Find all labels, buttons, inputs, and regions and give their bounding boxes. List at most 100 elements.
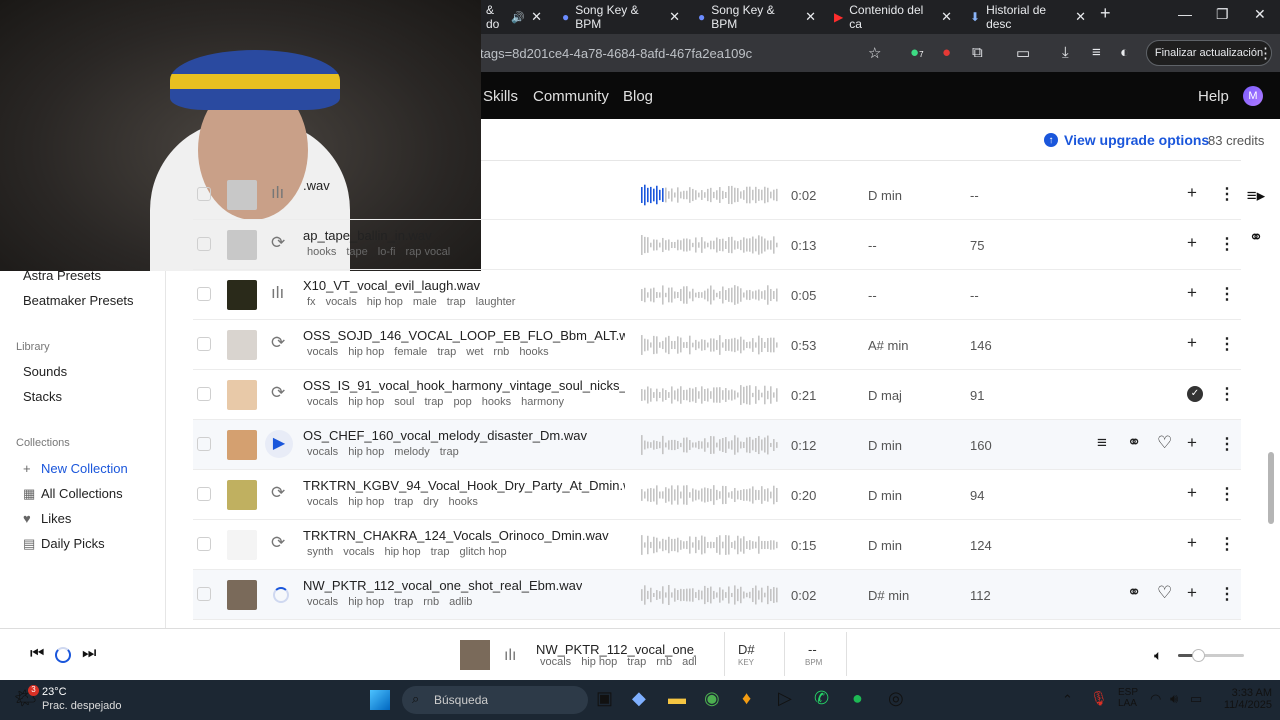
tag[interactable]: rnb — [656, 656, 672, 668]
sidebar-item-sounds[interactable]: Sounds — [23, 364, 67, 379]
tag[interactable]: harmony — [521, 396, 564, 408]
tag[interactable]: hooks — [519, 346, 548, 358]
view-upgrade-options-link[interactable]: ↑ View upgrade options — [1044, 132, 1209, 148]
taskbar-search[interactable]: ⌕ Búsqueda — [402, 686, 588, 714]
add-icon[interactable]: + — [1187, 333, 1197, 353]
sample-thumbnail[interactable] — [227, 280, 257, 310]
row-checkbox[interactable] — [197, 387, 211, 401]
sidebar-item-stacks[interactable]: Stacks — [23, 389, 62, 404]
nav-skills[interactable]: Skills — [483, 88, 518, 105]
tag[interactable]: hip hop — [367, 296, 403, 308]
add-icon[interactable]: + — [1187, 583, 1197, 603]
sample-thumbnail[interactable] — [227, 380, 257, 410]
sample-name[interactable]: OSS_SOJD_146_VOCAL_LOOP_EB_FLO_Bbm_ALT.w… — [303, 328, 625, 343]
table-row[interactable]: ılı .wav 0:02 D min -- + ⋮ — [193, 170, 1241, 220]
row-checkbox[interactable] — [197, 437, 211, 451]
browser-tab-3[interactable]: ▶ Contenido del ca ✕ — [828, 3, 958, 31]
browser-tab-4[interactable]: ⬇ Historial de desc ✕ — [964, 3, 1092, 31]
more-options-icon[interactable]: ⋮ — [1219, 584, 1235, 604]
similar-sounds-icon[interactable]: ⚭ — [1127, 583, 1141, 603]
cast-icon[interactable]: ▭ — [1016, 44, 1030, 62]
tag[interactable]: melody — [394, 446, 429, 458]
volume-knob[interactable] — [1191, 649, 1205, 662]
tag[interactable]: vocals — [307, 346, 338, 358]
row-checkbox[interactable] — [197, 187, 211, 201]
tag[interactable]: trap — [431, 546, 450, 558]
tag[interactable]: trap — [394, 496, 413, 508]
tag[interactable]: rnb — [423, 596, 439, 608]
close-tab-icon[interactable]: ✕ — [941, 9, 952, 25]
add-icon[interactable]: + — [1187, 183, 1197, 203]
tag[interactable]: hip hop — [581, 656, 617, 668]
battery-icon[interactable]: ▭ — [1190, 691, 1202, 707]
tag[interactable]: lo-fi — [378, 246, 396, 258]
maximize-icon[interactable]: ❐ — [1216, 6, 1229, 23]
tag[interactable]: adlib — [449, 596, 472, 608]
whatsapp-icon[interactable]: ✆ — [814, 688, 829, 709]
extension-icon[interactable]: ●7 — [910, 44, 924, 61]
more-options-icon[interactable]: ⋮ — [1219, 384, 1235, 404]
add-icon[interactable]: + — [1187, 483, 1197, 503]
tag[interactable]: hooks — [482, 396, 511, 408]
like-heart-icon[interactable]: ♡ — [1157, 433, 1172, 453]
sample-thumbnail[interactable] — [227, 230, 257, 260]
tag[interactable]: vocals — [307, 396, 338, 408]
table-row[interactable]: ⟳ TRKTRN_CHAKRA_124_Vocals_Orinoco_Dmin.w… — [193, 520, 1241, 570]
sample-thumbnail[interactable] — [227, 580, 257, 610]
waveform[interactable] — [641, 183, 779, 207]
more-options-icon[interactable]: ⋮ — [1219, 284, 1235, 304]
tag[interactable]: soul — [394, 396, 414, 408]
windows-start-icon[interactable] — [370, 690, 390, 710]
scrollbar-thumb[interactable] — [1268, 452, 1274, 524]
tag[interactable]: dry — [423, 496, 438, 508]
url-field[interactable]: tags=8d201ce4-4a78-4684-8afd-467fa2ea109… — [480, 46, 752, 61]
add-icon[interactable]: + — [1187, 533, 1197, 553]
waveform[interactable] — [641, 333, 779, 357]
sample-name[interactable]: OSS_IS_91_vocal_hook_harmony_vintage_sou… — [303, 378, 625, 393]
browser-tab-2[interactable]: ● Song Key & BPM ✕ — [692, 3, 822, 31]
tag[interactable]: fx — [307, 296, 316, 308]
row-checkbox[interactable] — [197, 237, 211, 251]
new-collection-button[interactable]: + New Collection — [23, 461, 128, 476]
tag[interactable]: hip hop — [348, 496, 384, 508]
add-icon[interactable]: + — [1187, 283, 1197, 303]
player-sample-name[interactable]: NW_PKTR_112_vocal_one_sho — [536, 642, 696, 657]
more-options-icon[interactable]: ⋮ — [1219, 534, 1235, 554]
copilot-icon[interactable]: ◆ — [632, 688, 646, 709]
tag[interactable]: synth — [307, 546, 333, 558]
waveform[interactable] — [641, 483, 779, 507]
nav-community[interactable]: Community — [533, 88, 609, 105]
loading-spinner-icon[interactable] — [273, 587, 289, 603]
table-row[interactable]: ⟳ OSS_IS_91_vocal_hook_harmony_vintage_so… — [193, 370, 1241, 420]
tag[interactable]: trap — [394, 596, 413, 608]
tag[interactable]: rap vocal — [406, 246, 451, 258]
loop-icon[interactable]: ⟳ — [271, 233, 285, 253]
weather-desc[interactable]: Prac. despejado — [42, 700, 122, 712]
close-tab-icon[interactable]: ✕ — [1075, 9, 1086, 25]
more-options-icon[interactable]: ⋮ — [1219, 484, 1235, 504]
volume-slider[interactable] — [1178, 649, 1244, 662]
browser-menu-icon[interactable]: ⋮ — [1258, 44, 1273, 62]
browser-tab-1[interactable]: ● Song Key & BPM ✕ — [556, 3, 686, 31]
sidebar-item-all-collections[interactable]: ▦ All Collections — [23, 486, 123, 502]
tag[interactable]: hip hop — [348, 396, 384, 408]
table-row[interactable]: ⟳ OSS_SOJD_146_VOCAL_LOOP_EB_FLO_Bbm_ALT.… — [193, 320, 1241, 370]
wifi-icon[interactable]: ◠ — [1150, 691, 1161, 707]
sample-thumbnail[interactable] — [227, 180, 257, 210]
tag[interactable]: hip hop — [348, 596, 384, 608]
app-icon[interactable]: ◎ — [888, 688, 904, 709]
spotify-icon[interactable]: ● — [852, 688, 863, 709]
bookmark-star-icon[interactable]: ☆ — [868, 44, 881, 62]
tag[interactable]: rnb — [493, 346, 509, 358]
more-options-icon[interactable]: ⋮ — [1219, 334, 1235, 354]
loop-icon[interactable]: ⟳ — [271, 333, 285, 353]
tag[interactable]: vocals — [307, 446, 338, 458]
mic-icon[interactable]: 🎙︎ — [1090, 690, 1108, 707]
waveform[interactable] — [641, 583, 779, 607]
tag[interactable]: trap — [440, 446, 459, 458]
add-to-queue-icon[interactable]: ≡ — [1097, 433, 1107, 453]
tag[interactable]: male — [413, 296, 437, 308]
close-tab-icon[interactable]: ✕ — [805, 9, 816, 25]
weather-temp[interactable]: 23°C — [42, 686, 67, 698]
fl-studio-icon[interactable]: ♦ — [742, 688, 751, 709]
